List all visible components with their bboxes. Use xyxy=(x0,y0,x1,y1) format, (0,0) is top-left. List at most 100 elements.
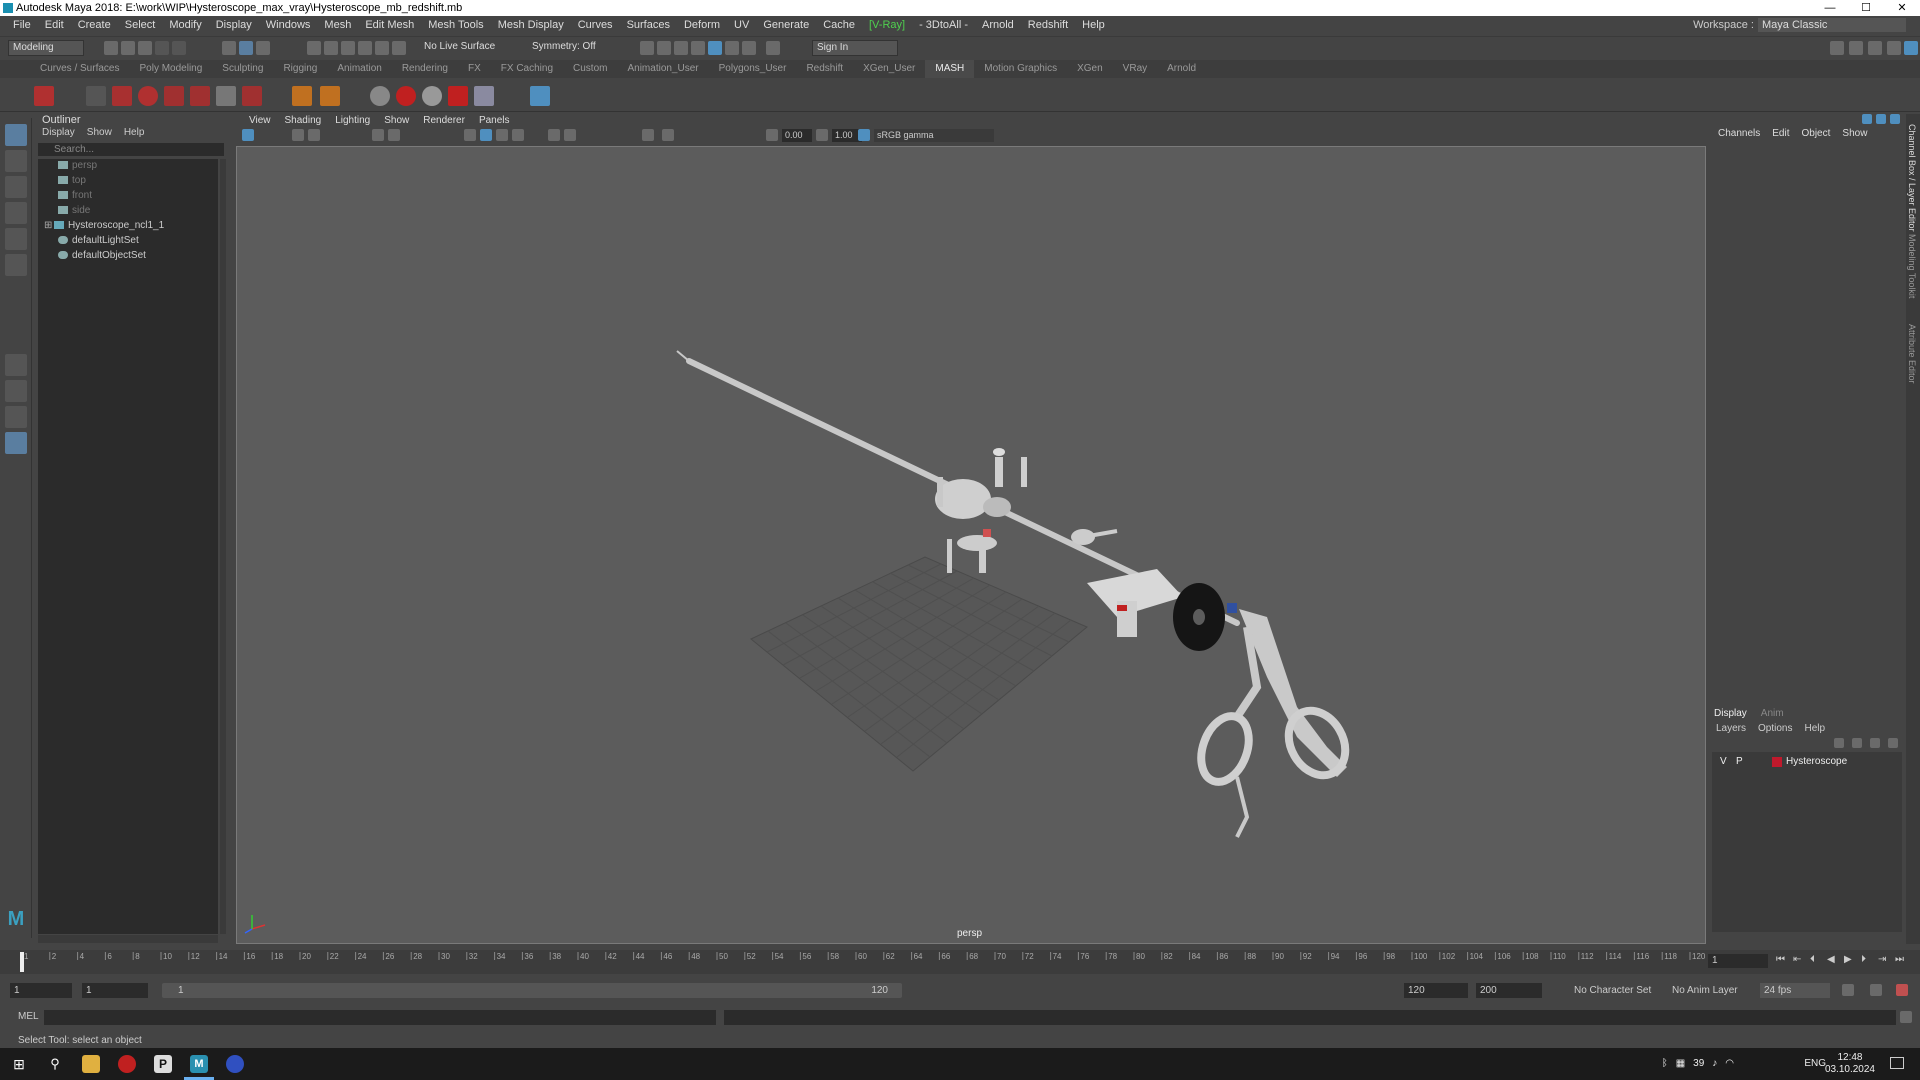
menu-uv[interactable]: UV xyxy=(727,19,756,31)
paint-select-tool-icon[interactable] xyxy=(5,176,27,198)
menu-cache[interactable]: Cache xyxy=(816,19,862,31)
film-gate-icon[interactable] xyxy=(388,129,400,141)
menu-arnold[interactable]: Arnold xyxy=(975,19,1021,31)
network-icon[interactable]: ▦ xyxy=(1676,1058,1685,1069)
outliner-horizontal-scrollbar[interactable] xyxy=(38,935,218,943)
tool-settings-toggle-icon[interactable] xyxy=(1890,114,1900,124)
workspace-dropdown[interactable]: Maya Classic xyxy=(1758,18,1906,32)
layout-icon-3[interactable] xyxy=(1868,41,1882,55)
shelf-tab-xgen[interactable]: XGen xyxy=(1067,60,1113,78)
maya-taskbar-icon[interactable]: M xyxy=(190,1055,208,1073)
menu-redshift[interactable]: Redshift xyxy=(1021,19,1075,31)
menu-set-dropdown[interactable]: Modeling xyxy=(8,40,84,56)
redo-icon[interactable] xyxy=(172,41,186,55)
modeling-toolkit-icon[interactable] xyxy=(766,41,780,55)
textured-icon[interactable] xyxy=(496,129,508,141)
side-tab-attribute-editor[interactable]: Attribute Editor xyxy=(1907,324,1917,384)
menu-help[interactable]: Help xyxy=(1075,19,1112,31)
sign-in-button[interactable]: Sign In xyxy=(812,40,898,56)
snap-vertex-icon[interactable] xyxy=(392,41,406,55)
search-icon[interactable]: ⚲ xyxy=(46,1055,64,1073)
layout-icon-5[interactable] xyxy=(1904,41,1918,55)
snap-point-icon[interactable] xyxy=(341,41,355,55)
select-component-icon[interactable] xyxy=(256,41,270,55)
command-input[interactable] xyxy=(44,1010,716,1025)
outliner-item-persp[interactable]: persp xyxy=(58,159,97,173)
layout-icon-1[interactable] xyxy=(1830,41,1844,55)
mash-flight-icon[interactable] xyxy=(190,86,210,106)
fps-dropdown[interactable]: 24 fps xyxy=(1760,983,1830,998)
move-tool-icon[interactable] xyxy=(5,202,27,224)
go-to-end-icon[interactable]: ⏭ xyxy=(1895,954,1909,965)
menu-mesh-display[interactable]: Mesh Display xyxy=(491,19,571,31)
channel-menu-show[interactable]: Show xyxy=(1842,128,1867,139)
auto-key-icon[interactable] xyxy=(1870,984,1882,996)
menu-modify[interactable]: Modify xyxy=(162,19,208,31)
light-editor-icon[interactable] xyxy=(725,41,739,55)
menu-windows[interactable]: Windows xyxy=(259,19,318,31)
channel-menu-edit[interactable]: Edit xyxy=(1772,128,1789,139)
outliner-item-front[interactable]: front xyxy=(58,189,92,203)
minimize-button[interactable]: — xyxy=(1812,0,1848,16)
loop-icon[interactable] xyxy=(1842,984,1854,996)
exposure-field[interactable]: 0.00 xyxy=(782,129,812,142)
notifications-icon[interactable] xyxy=(1890,1057,1904,1069)
color-space-dropdown[interactable]: sRGB gamma xyxy=(874,129,994,142)
layer-visibility-toggle[interactable]: V xyxy=(1720,754,1727,770)
shelf-tab-fx[interactable]: FX xyxy=(458,60,491,78)
step-forward-key-icon[interactable]: ⇥ xyxy=(1878,954,1892,965)
bookmark-icon[interactable] xyxy=(292,129,304,141)
mash-sphere-icon[interactable] xyxy=(396,86,416,106)
rotate-tool-icon[interactable] xyxy=(5,228,27,250)
ipr-render-icon[interactable] xyxy=(674,41,688,55)
layer-playback-toggle[interactable]: P xyxy=(1736,754,1743,770)
clock[interactable]: 12:48 03.10.2024 xyxy=(1825,1052,1875,1076)
layer-menu-layers[interactable]: Layers xyxy=(1716,723,1746,734)
outliner-menu-show[interactable]: Show xyxy=(87,127,112,138)
mash-blend-icon[interactable] xyxy=(448,86,468,106)
anim-prefs-icon[interactable] xyxy=(1896,984,1908,996)
wireframe-icon[interactable] xyxy=(464,129,476,141)
outliner-item-side[interactable]: side xyxy=(58,204,90,218)
color-management-icon[interactable] xyxy=(858,129,870,141)
lasso-tool-icon[interactable] xyxy=(5,150,27,172)
shelf-tab-vray[interactable]: VRay xyxy=(1113,60,1157,78)
menu-mesh-tools[interactable]: Mesh Tools xyxy=(421,19,490,31)
shelf-tab-polygons-user[interactable]: Polygons_User xyxy=(709,60,797,78)
persp-outliner-layout-icon[interactable] xyxy=(5,406,27,428)
smooth-shade-icon[interactable] xyxy=(480,129,492,141)
layer-menu-help[interactable]: Help xyxy=(1804,723,1825,734)
current-time-marker[interactable] xyxy=(20,952,24,972)
animation-end-field[interactable]: 200 xyxy=(1476,983,1542,998)
render-frame-icon[interactable] xyxy=(657,41,671,55)
viewport-menu-renderer[interactable]: Renderer xyxy=(416,114,472,128)
play-backward-icon[interactable]: ◀ xyxy=(1827,954,1841,965)
channel-menu-object[interactable]: Object xyxy=(1802,128,1831,139)
side-tab-modeling-toolkit[interactable]: Modeling Toolkit xyxy=(1907,234,1917,298)
wifi-icon[interactable]: ◠ xyxy=(1725,1058,1734,1069)
shelf-tab-motion-graphics[interactable]: Motion Graphics xyxy=(974,60,1067,78)
layer-tab-display[interactable]: Display xyxy=(1714,708,1747,719)
svg-tool-icon[interactable] xyxy=(320,86,340,106)
scale-tool-icon[interactable] xyxy=(5,254,27,276)
symmetry-dropdown[interactable]: Symmetry: Off xyxy=(528,40,608,56)
maximize-button[interactable]: ☐ xyxy=(1848,0,1884,16)
step-back-key-icon[interactable]: ⇤ xyxy=(1793,954,1807,965)
mash-create-icon[interactable] xyxy=(34,86,54,106)
toggle-pause-icon[interactable] xyxy=(742,41,756,55)
language-indicator[interactable]: ENG xyxy=(1804,1058,1826,1069)
attribute-editor-toggle-icon[interactable] xyxy=(1876,114,1886,124)
close-button[interactable]: ✕ xyxy=(1884,0,1920,16)
menu-select[interactable]: Select xyxy=(118,19,163,31)
script-editor-icon[interactable] xyxy=(1900,1011,1912,1023)
gamma-icon[interactable] xyxy=(816,129,828,141)
outliner-vertical-scrollbar[interactable] xyxy=(220,159,226,934)
mash-dynamics-icon[interactable] xyxy=(422,86,442,106)
shelf-tab-redshift[interactable]: Redshift xyxy=(796,60,853,78)
four-view-layout-icon[interactable] xyxy=(5,380,27,402)
mash-text-icon[interactable] xyxy=(112,86,132,106)
anim-layer-dropdown[interactable]: No Anim Layer xyxy=(1672,983,1738,998)
live-surface-field[interactable]: No Live Surface xyxy=(420,40,506,56)
volume-icon[interactable]: ♪ xyxy=(1712,1058,1717,1069)
render-view-icon[interactable] xyxy=(640,41,654,55)
